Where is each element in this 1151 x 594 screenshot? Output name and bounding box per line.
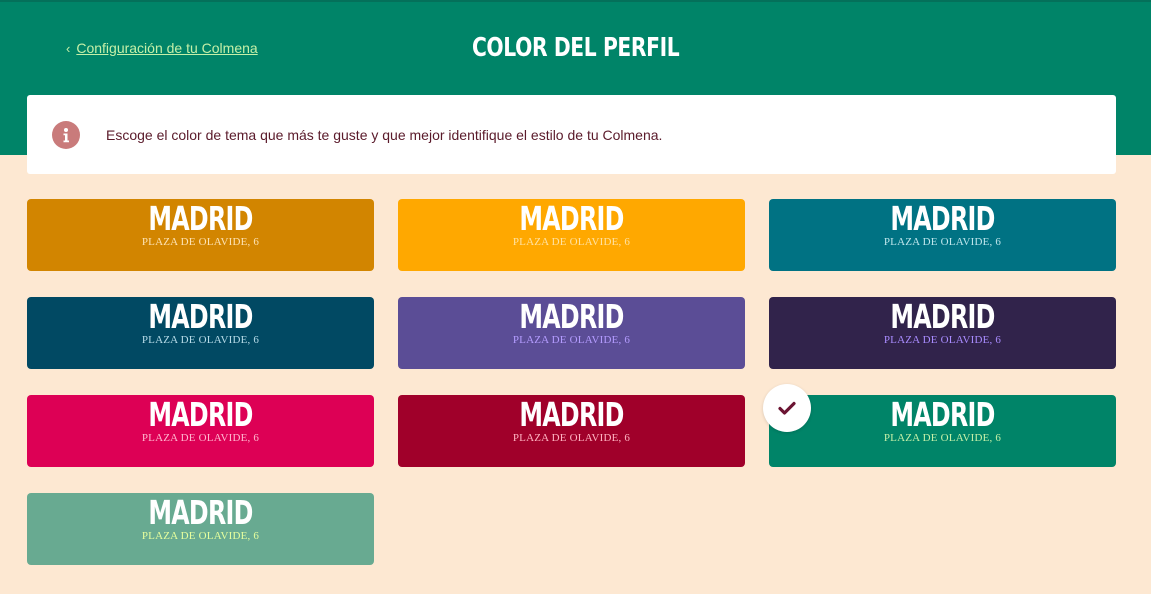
- color-option-card[interactable]: MADRID PLAZA DE OLAVIDE, 6: [27, 395, 374, 467]
- card-city: MADRID: [148, 493, 253, 532]
- color-option-card[interactable]: MADRID PLAZA DE OLAVIDE, 6: [398, 297, 745, 369]
- card-address: PLAZA DE OLAVIDE, 6: [141, 236, 260, 248]
- info-box: Escoge el color de tema que más te guste…: [27, 95, 1116, 174]
- card-city: MADRID: [519, 297, 624, 336]
- card-address: PLAZA DE OLAVIDE, 6: [883, 334, 1002, 346]
- card-address: PLAZA DE OLAVIDE, 6: [141, 334, 260, 346]
- card-address: PLAZA DE OLAVIDE, 6: [883, 236, 1002, 248]
- card-address: PLAZA DE OLAVIDE, 6: [512, 432, 631, 444]
- page: ‹ Configuración de tu Colmena COLOR DEL …: [0, 0, 1151, 594]
- page-title: COLOR DEL PERFIL: [471, 33, 680, 63]
- info-icon: [52, 120, 80, 149]
- card-city: MADRID: [890, 395, 995, 434]
- card-city: MADRID: [148, 199, 253, 238]
- card-city: MADRID: [148, 395, 253, 434]
- card-city: MADRID: [890, 199, 995, 238]
- color-option-card[interactable]: MADRID PLAZA DE OLAVIDE, 6: [769, 199, 1116, 271]
- card-city: MADRID: [890, 297, 995, 336]
- color-option-card[interactable]: MADRID PLAZA DE OLAVIDE, 6: [27, 493, 374, 565]
- card-address: PLAZA DE OLAVIDE, 6: [883, 432, 1002, 444]
- chevron-left-icon: ‹: [66, 40, 71, 56]
- color-option-card[interactable]: MADRID PLAZA DE OLAVIDE, 6: [398, 199, 745, 271]
- card-city: MADRID: [519, 395, 624, 434]
- color-option-card[interactable]: MADRID PLAZA DE OLAVIDE, 6: [398, 395, 745, 467]
- checkmark-icon: [763, 384, 811, 432]
- card-address: PLAZA DE OLAVIDE, 6: [141, 530, 260, 542]
- card-city: MADRID: [519, 199, 624, 238]
- card-address: PLAZA DE OLAVIDE, 6: [141, 432, 260, 444]
- card-address: PLAZA DE OLAVIDE, 6: [512, 236, 631, 248]
- card-city: MADRID: [148, 297, 253, 336]
- info-text: Escoge el color de tema que más te guste…: [106, 126, 663, 143]
- color-option-card[interactable]: MADRID PLAZA DE OLAVIDE, 6: [27, 297, 374, 369]
- color-option-card[interactable]: MADRID PLAZA DE OLAVIDE, 6: [769, 297, 1116, 369]
- color-option-card[interactable]: MADRID PLAZA DE OLAVIDE, 6: [27, 199, 374, 271]
- card-address: PLAZA DE OLAVIDE, 6: [512, 334, 631, 346]
- color-option-card[interactable]: MADRID PLAZA DE OLAVIDE, 6: [763, 384, 1116, 467]
